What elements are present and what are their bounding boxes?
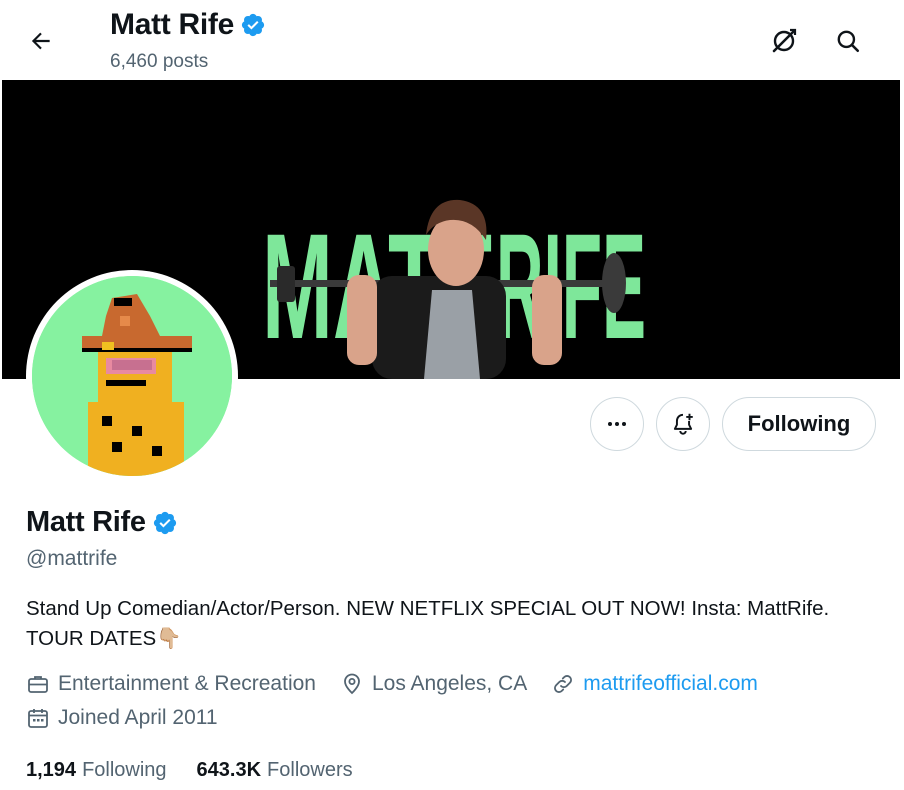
- search-icon: [837, 30, 860, 53]
- calendar-icon: [28, 709, 48, 728]
- grok-button[interactable]: [764, 21, 804, 61]
- profile-website: mattrifeofficial.com: [551, 672, 758, 696]
- pixel-art-avatar: [32, 276, 232, 476]
- following-button[interactable]: Following: [722, 397, 876, 451]
- category-label: Entertainment & Recreation: [58, 672, 316, 695]
- profile-name-row: Matt Rife: [26, 506, 178, 539]
- profile-handle: @mattrife: [26, 547, 118, 570]
- link-icon: [554, 675, 573, 693]
- arrow-left-icon: [31, 32, 50, 50]
- profile-name: Matt Rife: [26, 506, 146, 538]
- profile-bio: Stand Up Comedian/Actor/Person. NEW NETF…: [26, 597, 830, 650]
- verified-badge-icon[interactable]: [152, 510, 178, 536]
- header-name: Matt Rife: [110, 8, 234, 41]
- following-stat-link[interactable]: 1,194 Following: [26, 759, 167, 782]
- more-dots-icon: [608, 422, 626, 426]
- location-pin-icon: [344, 673, 360, 695]
- verified-badge-icon: [241, 13, 265, 37]
- briefcase-icon: [28, 676, 48, 693]
- profile-stats: 1,194 Following 643.3K Followers: [26, 759, 353, 782]
- profile-category: Entertainment & Recreation: [26, 672, 316, 696]
- header-posts-count: 6,460 posts: [110, 51, 209, 72]
- location-label: Los Angeles, CA: [371, 672, 528, 695]
- joined-label: Joined April 2011: [58, 706, 218, 729]
- profile-avatar[interactable]: [26, 270, 238, 482]
- profile-meta-row: Entertainment & Recreation Los Angeles, …: [26, 672, 782, 696]
- search-button[interactable]: [828, 21, 868, 61]
- followers-count: 643.3K: [196, 759, 262, 781]
- back-button[interactable]: [22, 22, 60, 60]
- website-link[interactable]: mattrifeofficial.com: [583, 672, 758, 696]
- profile-joined: Joined April 2011: [26, 706, 218, 730]
- followers-stat-link[interactable]: 643.3K Followers: [197, 759, 353, 782]
- notifications-button[interactable]: [656, 397, 710, 451]
- following-count: 1,194: [26, 759, 77, 781]
- grok-icon: [772, 28, 797, 53]
- profile-location: Los Angeles, CA: [340, 672, 527, 696]
- header-title: Matt Rife: [110, 8, 266, 42]
- avatar-image: [32, 276, 232, 476]
- more-options-button[interactable]: [590, 397, 644, 451]
- profile-header: Matt Rife 6,460 posts: [0, 0, 904, 80]
- following-stat-label: Following: [82, 759, 167, 781]
- profile-joined-row: Joined April 2011: [26, 706, 242, 730]
- followers-stat-label: Followers: [267, 759, 353, 781]
- bell-plus-icon: [673, 413, 693, 435]
